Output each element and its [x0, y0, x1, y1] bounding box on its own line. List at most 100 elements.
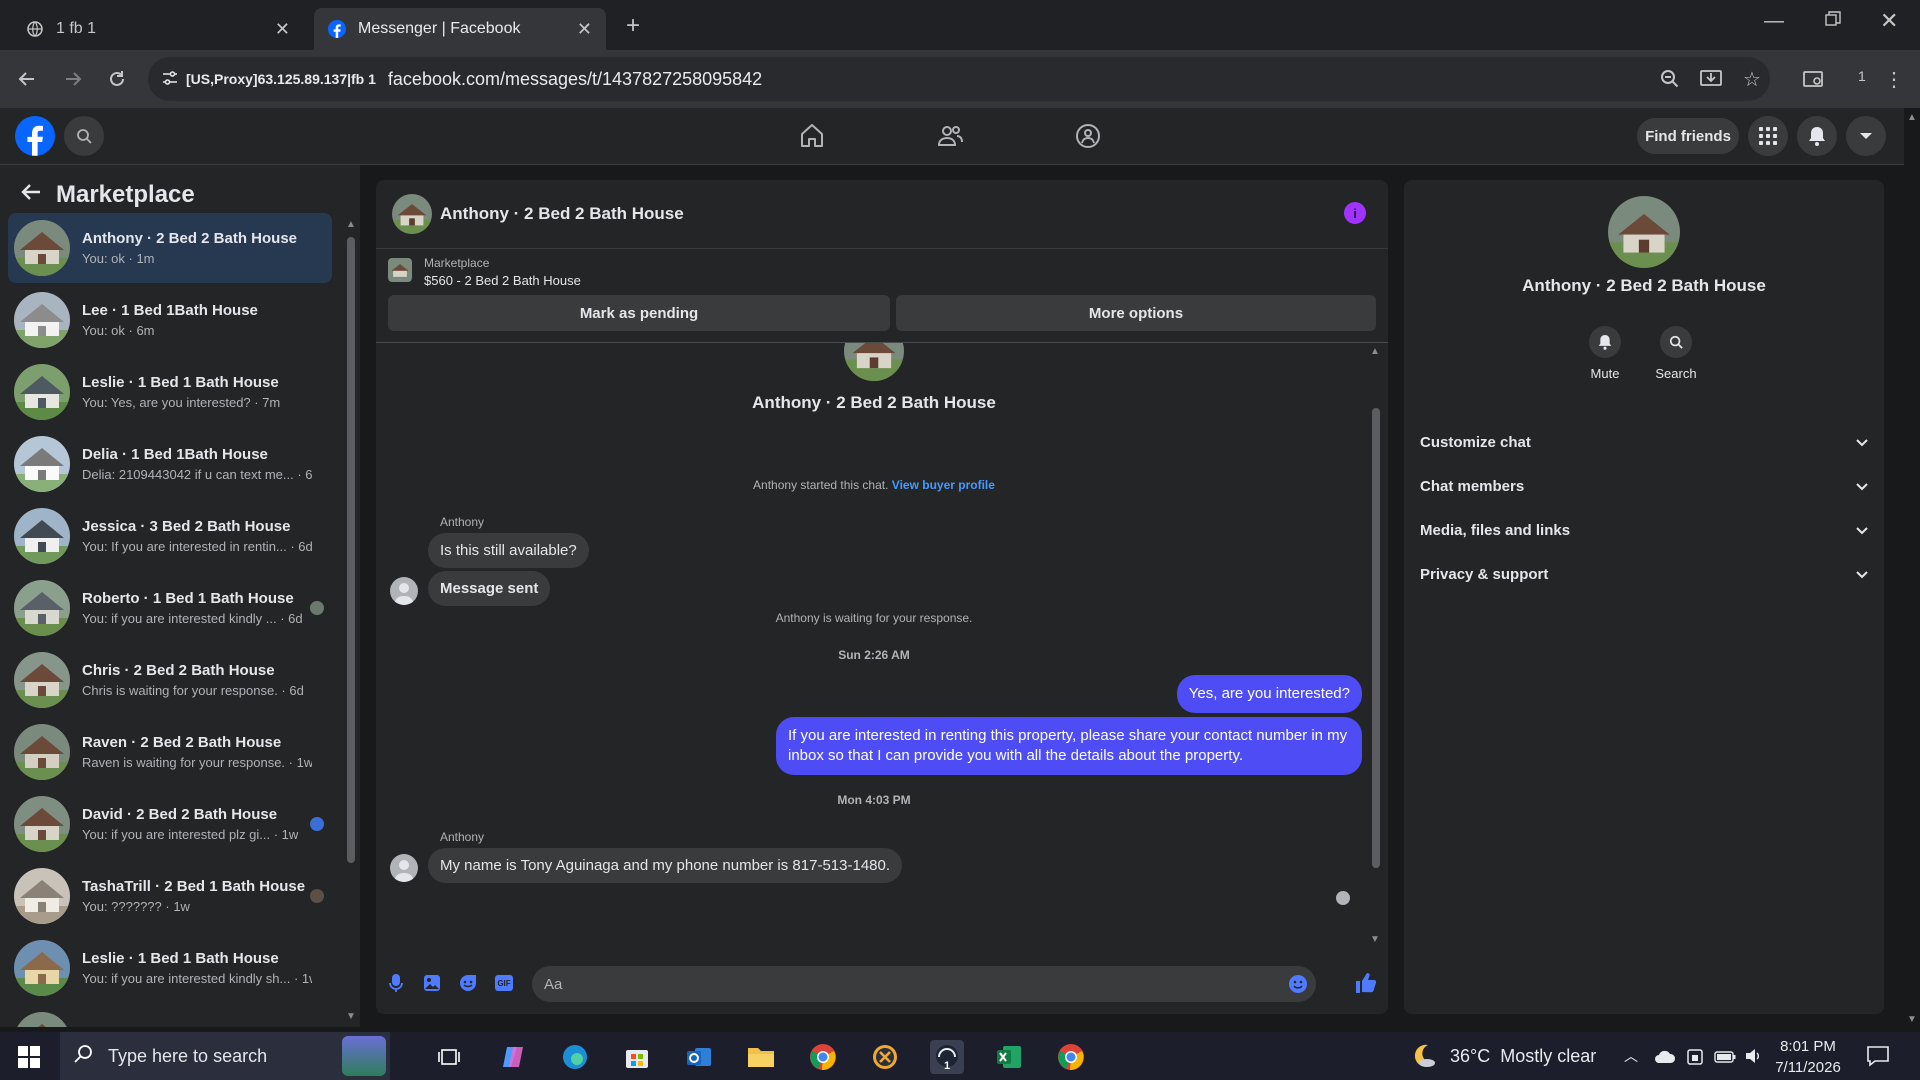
conversation-item[interactable]: Madison · 3 Bed 2 Bath House [8, 1005, 332, 1027]
url-text[interactable]: facebook.com/messages/t/1437827258095842 [388, 69, 762, 90]
search-in-conversation-icon[interactable] [1660, 326, 1692, 358]
facebook-logo-icon[interactable] [15, 116, 55, 156]
taskbar-search-box[interactable]: Type here to search [60, 1032, 390, 1080]
system-clock[interactable]: 8:01 PM 7/11/2026 [1764, 1038, 1852, 1076]
friends-icon[interactable] [936, 122, 964, 155]
conversation-item[interactable]: Lee · 1 Bed 1Bath House You: ok · 6m [8, 285, 332, 355]
excel-icon[interactable] [992, 1040, 1026, 1074]
conversation-item[interactable]: Delia · 1 Bed 1Bath House Delia: 21094430… [8, 429, 332, 499]
profile-browser-icon[interactable]: 1 [930, 1040, 964, 1074]
weather-text[interactable]: 36°C Mostly clear [1450, 1046, 1596, 1067]
emoji-icon[interactable] [1288, 974, 1308, 999]
restore-window-button[interactable] [1824, 10, 1842, 28]
mute-label[interactable]: Mute [1575, 366, 1635, 381]
details-section[interactable]: Chat members [1420, 466, 1868, 506]
sender-avatar[interactable] [390, 854, 418, 882]
groups-icon[interactable] [1074, 122, 1102, 155]
zoom-icon[interactable] [1653, 62, 1687, 96]
show-hidden-icons-chevron-icon[interactable]: ︿ [1624, 1046, 1638, 1066]
profile-count[interactable]: 1 [1858, 68, 1866, 84]
tab-1fb1[interactable]: 1 fb 1 ✕ [12, 8, 304, 50]
edge-browser-icon[interactable] [558, 1040, 592, 1074]
attach-photo-icon[interactable] [423, 974, 441, 997]
file-explorer-icon[interactable] [744, 1040, 778, 1074]
message-thread-scrollbar[interactable] [1372, 408, 1380, 868]
conversation-item[interactable]: David · 2 Bed 2 Bath House You: if you ar… [8, 789, 332, 859]
profile-avatar[interactable] [1608, 196, 1680, 268]
conversation-item[interactable]: Roberto · 1 Bed 1 Bath House You: if you … [8, 573, 332, 643]
scroll-up-icon[interactable]: ▲ [1370, 346, 1380, 357]
battery-icon[interactable] [1714, 1050, 1736, 1068]
sticker-icon[interactable] [459, 974, 477, 997]
find-friends-button[interactable]: Find friends [1637, 118, 1739, 154]
ixbrowser-icon[interactable] [868, 1040, 902, 1074]
reload-button[interactable] [100, 62, 134, 96]
chat-title[interactable]: Anthony · 2 Bed 2 Bath House [440, 204, 684, 224]
tab-messenger[interactable]: Messenger | Facebook ✕ [314, 8, 606, 50]
gif-icon[interactable]: GIF [495, 975, 513, 991]
conversation-item[interactable]: Chris · 2 Bed 2 Bath House Chris is waiti… [8, 645, 332, 715]
incoming-message[interactable]: Is this still available? [428, 533, 589, 568]
windows-start-icon[interactable] [12, 1040, 46, 1074]
account-menu-chevron-icon[interactable] [1846, 116, 1886, 156]
conversation-item[interactable]: Raven · 2 Bed 2 Bath House Raven is waiti… [8, 717, 332, 787]
conversation-item[interactable]: TashaTrill · 2 Bed 1 Bath House You: ????… [8, 861, 332, 931]
message-input[interactable]: Aa [532, 966, 1316, 1002]
conversation-item[interactable]: Jessica · 3 Bed 2 Bath House You: If you … [8, 501, 332, 571]
details-section[interactable]: Privacy & support [1420, 554, 1868, 594]
new-tab-button[interactable]: + [618, 12, 648, 42]
conversation-item[interactable]: Anthony · 2 Bed 2 Bath House You: ok · 1m [8, 213, 332, 283]
details-section[interactable]: Media, files and links [1420, 510, 1868, 550]
voice-clip-icon[interactable] [388, 973, 404, 998]
address-bar[interactable]: [US,Proxy]63.125.89.137|fb 1 facebook.co… [148, 57, 1770, 101]
close-window-button[interactable]: ✕ [1880, 8, 1898, 34]
sender-avatar[interactable] [390, 577, 418, 605]
outgoing-message[interactable]: If you are interested in renting this pr… [776, 717, 1362, 775]
search-icon[interactable] [64, 116, 104, 156]
more-options-button[interactable]: More options [896, 295, 1376, 331]
search-label[interactable]: Search [1646, 366, 1706, 381]
meet-now-icon[interactable] [1686, 1048, 1704, 1071]
weather-moon-icon[interactable] [1410, 1042, 1438, 1075]
minimize-window-button[interactable]: — [1764, 10, 1784, 33]
browser-menu-icon[interactable]: ⋮ [1877, 62, 1911, 96]
thumbs-up-icon[interactable] [1355, 972, 1377, 999]
scroll-down-icon[interactable]: ▼ [1907, 1014, 1917, 1025]
home-icon[interactable] [798, 122, 826, 155]
scroll-up-icon[interactable]: ▲ [1907, 112, 1917, 123]
listing-detail[interactable]: $560 - 2 Bed 2 Bath House [424, 273, 581, 288]
install-app-icon[interactable] [1694, 62, 1728, 96]
tab-search-icon[interactable] [1797, 62, 1831, 96]
scroll-up-icon[interactable]: ▲ [346, 219, 356, 230]
chat-avatar[interactable] [392, 194, 432, 234]
notifications-bell-icon[interactable] [1797, 116, 1837, 156]
site-info-chip[interactable]: [US,Proxy]63.125.89.137|fb 1 [148, 70, 376, 88]
incoming-message[interactable]: Message sent [428, 571, 551, 606]
onedrive-cloud-icon[interactable] [1654, 1048, 1676, 1069]
microsoft-store-icon[interactable] [620, 1040, 654, 1074]
close-tab-icon[interactable]: ✕ [577, 19, 592, 40]
view-buyer-profile-link[interactable]: View buyer profile [892, 478, 995, 492]
bookmark-star-icon[interactable]: ☆ [1735, 62, 1769, 96]
scroll-down-icon[interactable]: ▼ [346, 1011, 356, 1022]
conversation-item[interactable]: Leslie · 1 Bed 1 Bath House You: if you a… [8, 933, 332, 1003]
close-tab-icon[interactable]: ✕ [275, 19, 290, 40]
chrome-icon[interactable] [1054, 1040, 1088, 1074]
conversation-list-scrollbar[interactable] [347, 237, 355, 863]
chrome-icon[interactable] [806, 1040, 840, 1074]
copilot-icon[interactable] [496, 1040, 530, 1074]
volume-icon[interactable] [1744, 1047, 1762, 1070]
incoming-message[interactable]: My name is Tony Aguinaga and my phone nu… [428, 848, 903, 883]
forward-button[interactable] [56, 62, 90, 96]
conversation-info-icon[interactable]: i [1344, 202, 1366, 224]
task-view-icon[interactable] [432, 1040, 466, 1074]
details-section[interactable]: Customize chat [1420, 422, 1868, 462]
scroll-down-icon[interactable]: ▼ [1370, 934, 1380, 945]
mute-bell-icon[interactable] [1589, 326, 1621, 358]
outgoing-message[interactable]: Yes, are you interested? [1176, 675, 1362, 713]
listing-thumbnail[interactable] [388, 258, 412, 282]
mark-as-pending-button[interactable]: Mark as pending [388, 295, 890, 331]
conversation-item[interactable]: Leslie · 1 Bed 1 Bath House You: Yes, are… [8, 357, 332, 427]
back-button[interactable] [10, 62, 44, 96]
menu-grid-icon[interactable] [1748, 116, 1788, 156]
